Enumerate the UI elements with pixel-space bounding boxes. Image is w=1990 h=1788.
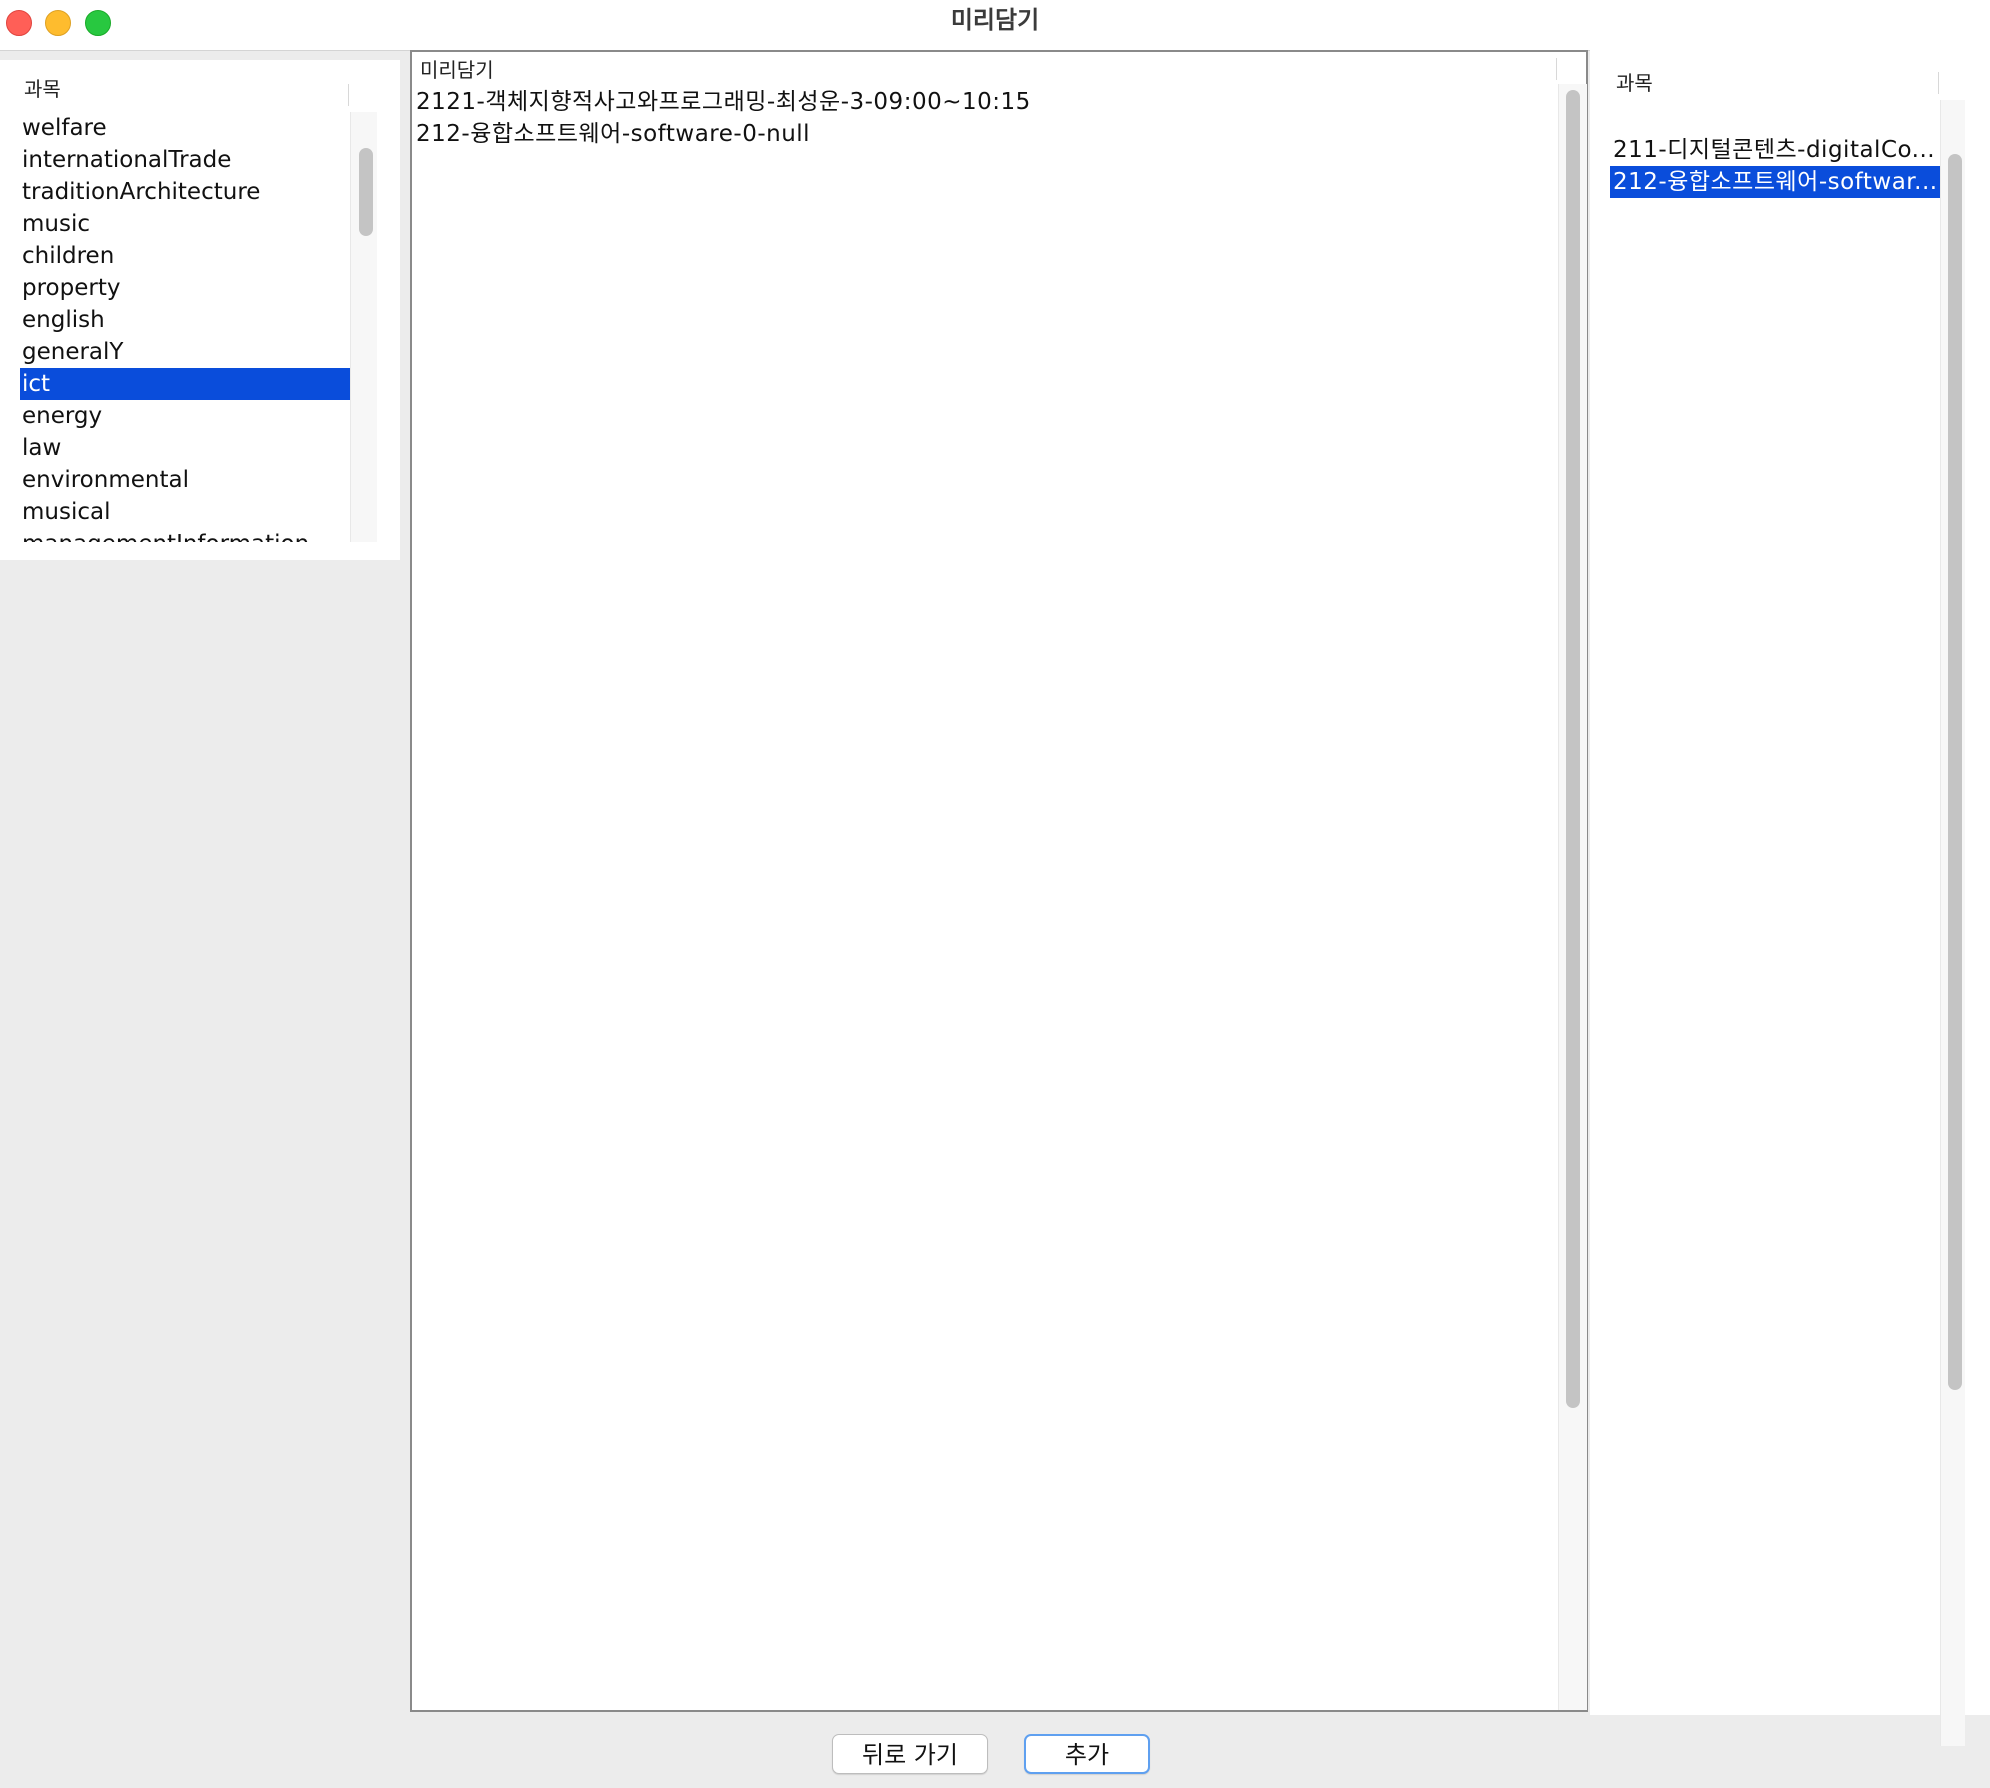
add-button[interactable]: 추가 bbox=[1024, 1734, 1150, 1774]
subject-list-item[interactable]: welfare bbox=[20, 112, 350, 144]
preview-cart-list[interactable]: 2121-객체지향적사고와프로그래밍-최성운-3-09:00~10:15 212-… bbox=[416, 86, 1031, 150]
preview-cart-panel: 미리담기 2121-객체지향적사고와프로그래밍-최성운-3-09:00~10:1… bbox=[410, 50, 1588, 1712]
subject-list-item[interactable]: ict bbox=[20, 368, 350, 400]
course-list-item[interactable]: 211-디지털콘텐츠-digitalCo... bbox=[1610, 134, 1940, 166]
course-list[interactable]: 211-디지털콘텐츠-digitalCo... 212-융합소프트웨어-softw… bbox=[1610, 134, 1940, 198]
subject-list-item[interactable]: traditionArchitecture bbox=[20, 176, 350, 208]
subject-list-item[interactable]: environmental bbox=[20, 464, 350, 496]
window-title: 미리담기 bbox=[950, 6, 1040, 34]
subject-list-item[interactable]: musical bbox=[20, 496, 350, 528]
course-list-panel: 과목 211-디지털콘텐츠-digitalCo... 212-융합소프트웨어-so… bbox=[1590, 50, 1990, 1746]
preview-cart-scroll-thumb[interactable] bbox=[1566, 90, 1580, 1408]
preview-cart-item[interactable]: 212-융합소프트웨어-software-0-null bbox=[416, 118, 1031, 150]
subject-list-item[interactable]: managementInformation bbox=[20, 528, 350, 542]
subject-list-item[interactable]: music bbox=[20, 208, 350, 240]
course-list-header[interactable]: 과목 bbox=[1616, 66, 1653, 100]
subject-list-panel: 과목 welfare internationalTrade traditionArc… bbox=[0, 60, 400, 560]
preview-cart-item[interactable]: 2121-객체지향적사고와프로그래밍-최성운-3-09:00~10:15 bbox=[416, 86, 1031, 118]
subject-list[interactable]: welfare internationalTrade traditionArchit… bbox=[20, 112, 350, 542]
header-divider bbox=[1938, 72, 1939, 94]
header-divider bbox=[1556, 58, 1557, 80]
title-bar: 미리담기 bbox=[0, 0, 1990, 51]
back-button[interactable]: 뒤로 가기 bbox=[832, 1734, 988, 1774]
app-window: 미리담기 과목 welfare internationalTrade traditi… bbox=[0, 0, 1990, 1788]
header-divider bbox=[348, 84, 349, 106]
subject-list-item[interactable]: energy bbox=[20, 400, 350, 432]
course-list-item[interactable]: 212-융합소프트웨어-softwar... bbox=[1610, 166, 1940, 198]
subject-list-scroll-thumb[interactable] bbox=[359, 148, 373, 236]
subject-list-item[interactable]: law bbox=[20, 432, 350, 464]
subject-list-item[interactable]: property bbox=[20, 272, 350, 304]
subject-list-item[interactable]: generalY bbox=[20, 336, 350, 368]
preview-cart-header: 미리담기 bbox=[420, 58, 494, 82]
subject-list-item[interactable]: children bbox=[20, 240, 350, 272]
subject-list-scrollbar[interactable] bbox=[350, 112, 377, 542]
subject-list-item[interactable]: english bbox=[20, 304, 350, 336]
preview-cart-scrollbar[interactable] bbox=[1558, 84, 1587, 1710]
subject-list-item[interactable]: internationalTrade bbox=[20, 144, 350, 176]
course-list-scroll-thumb[interactable] bbox=[1948, 154, 1962, 1390]
course-list-scrollbar[interactable] bbox=[1940, 100, 1965, 1746]
subject-list-header[interactable]: 과목 bbox=[24, 72, 61, 106]
